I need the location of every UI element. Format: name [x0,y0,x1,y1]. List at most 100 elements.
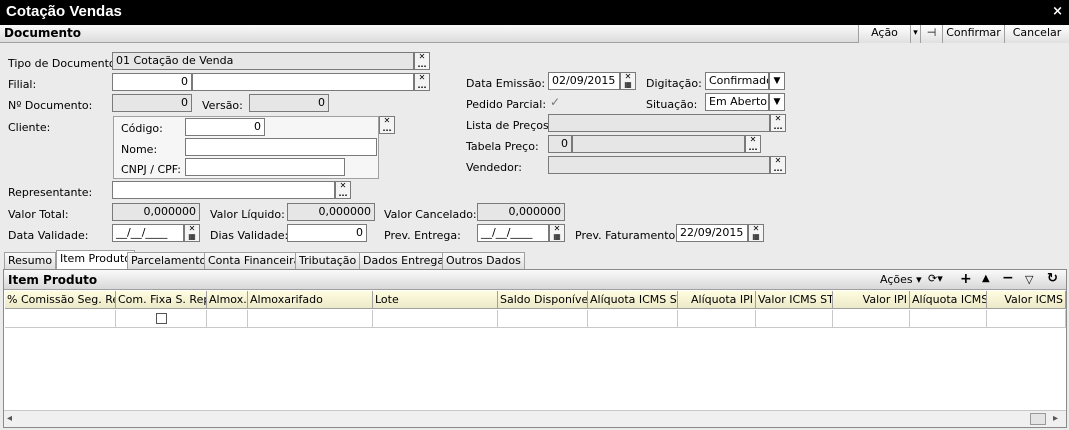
move-up-icon[interactable]: ▲ [982,273,990,284]
lista-precos-lookup-button[interactable]: ✕... [770,114,786,132]
scroll-left-icon[interactable]: ◂ [7,413,12,424]
valor-cancelado-field[interactable]: 0,000000 [477,203,565,221]
prev-faturamento-field[interactable]: 22/09/2015 [676,224,748,242]
tab-resumo[interactable]: Resumo [4,252,57,269]
table-cell[interactable] [756,310,833,328]
situacao-label: Situação: [646,98,698,111]
calendar-icon: ▦ [624,80,632,89]
valor-cancelado-label: Valor Cancelado: [384,208,477,221]
cliente-lookup-button[interactable]: ✕... [379,116,395,134]
ellipsis-icon: ... [748,143,758,152]
numero-documento-field[interactable]: 0 [112,94,192,112]
column-header[interactable]: Valor ICMS ST [756,291,833,309]
refresh-menu-icon[interactable]: ⟳▾ [928,272,943,285]
column-header[interactable]: % Comissão Seg. Rep. [5,291,116,309]
table-cell[interactable] [987,310,1066,328]
pin-icon[interactable]: ⊣ [920,25,942,43]
representante-lookup-button[interactable]: ✕... [335,181,351,199]
prev-entrega-calendar-button[interactable]: ✕ ▦ [549,224,565,242]
table-cell[interactable] [248,310,373,328]
situacao-select[interactable]: Em Aberto [705,93,769,111]
scrollbar-thumb[interactable] [1030,413,1046,425]
filter-icon[interactable]: ▽ [1025,273,1033,286]
prev-entrega-field[interactable]: __/__/____ [477,224,549,242]
reload-icon[interactable]: ↻ [1047,271,1058,286]
valor-liquido-label: Valor Líquido: [210,208,285,221]
ellipsis-icon: ... [773,122,783,131]
table-cell[interactable] [116,310,207,328]
cliente-cnpj-field[interactable] [185,158,345,176]
valor-total-field[interactable]: 0,000000 [112,203,200,221]
valor-liquido-field[interactable]: 0,000000 [287,203,375,221]
filial-name-field[interactable] [192,73,414,91]
dias-validade-field[interactable]: 0 [287,224,367,242]
close-icon[interactable]: × [1052,4,1063,19]
table-cell[interactable] [588,310,678,328]
section-title: Documento [4,26,82,40]
tab-parcelamento[interactable]: Parcelamento [127,252,211,269]
tabela-preco-lookup-button[interactable]: ✕... [745,135,761,153]
filial-lookup-button[interactable]: ✕... [414,73,430,91]
scroll-right-icon[interactable]: ▸ [1053,413,1058,424]
column-header[interactable]: Almoxarifado [248,291,373,309]
data-validade-field[interactable]: __/__/____ [112,224,184,242]
data-emissao-field[interactable]: 02/09/2015 [548,72,620,90]
data-validade-label: Data Validade: [8,229,89,242]
tabela-preco-code-field[interactable]: 0 [548,135,572,153]
vendedor-field[interactable] [548,156,770,174]
tab-conta-financeira[interactable]: Conta Financeira [204,252,305,269]
item-produto-panel: Item Produto Ações ▾ ⟳▾ + ▲ − ▽ ↻ % Comi… [3,269,1067,428]
column-header[interactable]: Com. Fixa S. Rep. [116,291,207,309]
filial-code-field[interactable]: 0 [112,73,192,91]
tipo-documento-label: Tipo de Documento: [8,57,120,70]
tabela-preco-name-field[interactable] [572,135,745,153]
column-header[interactable]: Lote [373,291,498,309]
table-cell[interactable] [207,310,248,328]
column-header[interactable]: Alíquota ICMS ST [588,291,678,309]
column-header[interactable]: Alíquota ICMS [910,291,987,309]
column-header[interactable]: Valor IPI [833,291,910,309]
situacao-dropdown-icon[interactable]: ▼ [769,93,785,111]
table-cell[interactable] [373,310,498,328]
tab-item-produto[interactable]: Item Produto [56,250,135,269]
digitacao-select[interactable]: Confirmado [705,72,769,90]
data-emissao-calendar-button[interactable]: ✕ ▦ [620,72,636,90]
column-header[interactable]: Valor ICMS [987,291,1066,309]
valor-total-label: Valor Total: [8,208,69,221]
tipo-documento-lookup-button[interactable]: ✕... [414,52,430,70]
acao-menu-button[interactable]: Ação [858,25,910,43]
column-header[interactable]: Almox. [207,291,248,309]
representante-label: Representante: [8,186,93,199]
tabela-preco-label: Tabela Preço: [466,140,539,153]
acao-dropdown-icon[interactable]: ▾ [910,25,920,43]
table-cell[interactable] [833,310,910,328]
pedido-parcial-checkbox[interactable]: ✓ [550,96,563,109]
tab-dados-entrega[interactable]: Dados Entrega [359,252,449,269]
digitacao-dropdown-icon[interactable]: ▼ [769,72,785,90]
add-icon[interactable]: + [960,271,972,287]
table-cell[interactable] [910,310,987,328]
prev-faturamento-calendar-button[interactable]: ✕ ▦ [748,224,764,242]
table-cell[interactable] [5,310,116,328]
table-cell[interactable] [498,310,588,328]
table-cell[interactable] [678,310,756,328]
cliente-nome-field[interactable] [185,138,377,156]
cliente-codigo-field[interactable]: 0 [185,118,265,136]
com-fixa-checkbox[interactable] [156,313,167,324]
ellipsis-icon: ... [382,124,392,133]
representante-field[interactable] [112,181,335,199]
tipo-documento-field[interactable]: 01 Cotação de Venda [112,52,414,70]
column-header[interactable]: Saldo Disponível [498,291,588,309]
cancelar-button[interactable]: Cancelar [1004,25,1069,43]
column-header[interactable]: Alíquota IPI [678,291,756,309]
horizontal-scrollbar[interactable]: ◂ ▸ [4,410,1066,427]
versao-field[interactable]: 0 [249,94,329,112]
tab-outros-dados[interactable]: Outros Dados [442,252,525,269]
confirmar-button[interactable]: Confirmar [942,25,1004,43]
acoes-menu-button[interactable]: Ações ▾ [880,273,922,286]
lista-precos-field[interactable] [548,114,770,132]
data-validade-calendar-button[interactable]: ✕ ▦ [184,224,200,242]
vendedor-lookup-button[interactable]: ✕... [770,156,786,174]
tab-tributacao[interactable]: Tributação [295,252,361,269]
remove-icon[interactable]: − [1002,270,1014,286]
